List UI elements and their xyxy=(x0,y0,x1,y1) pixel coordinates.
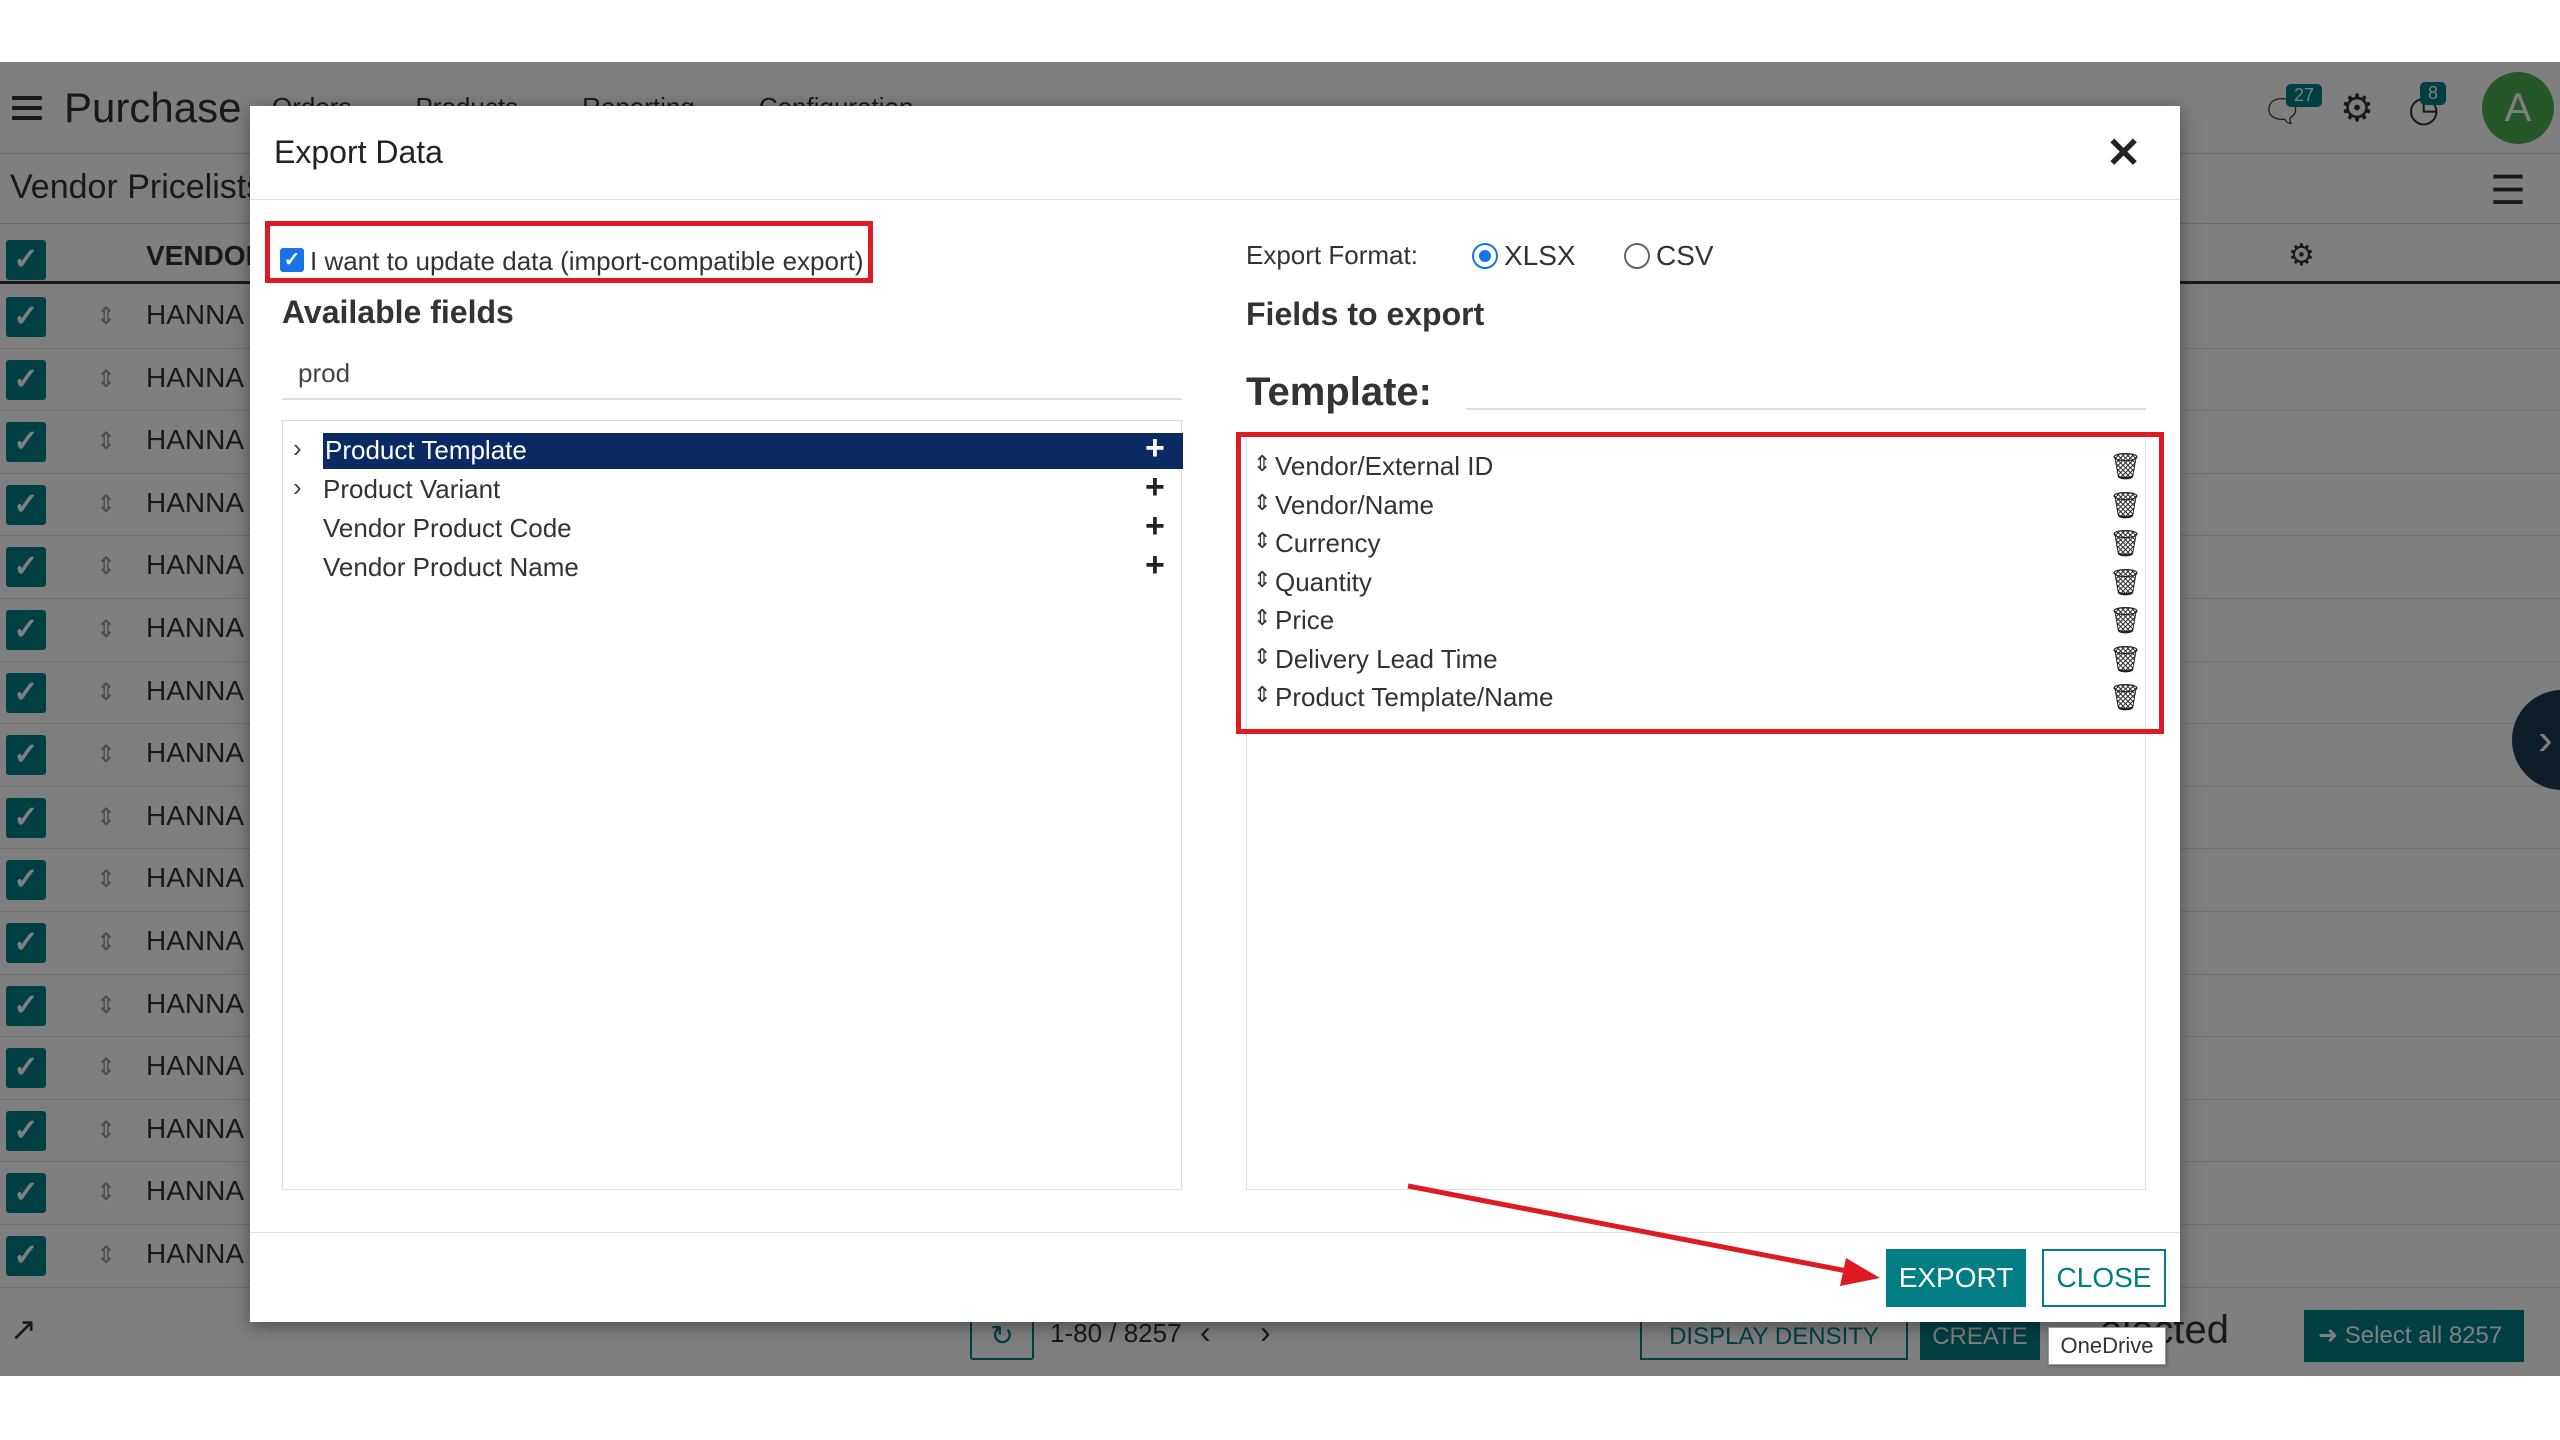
screenshot-stage: Purchase Orders Products Reporting Confi… xyxy=(0,0,2560,1440)
tooltip: OneDrive xyxy=(2048,1327,2166,1365)
annotation-arrow xyxy=(1407,1183,1880,1286)
